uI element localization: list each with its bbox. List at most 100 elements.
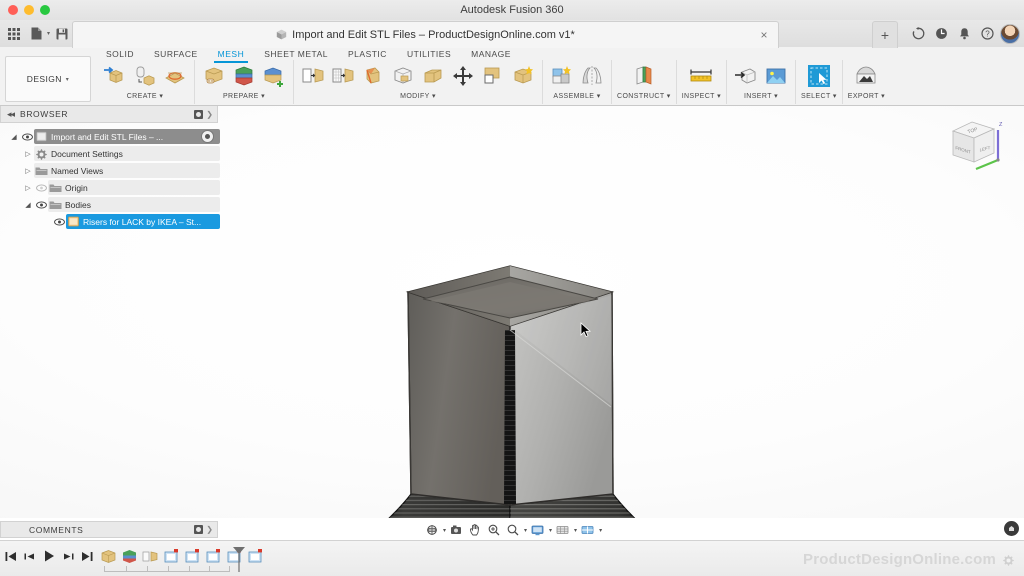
zoom-window-icon[interactable] <box>504 521 522 539</box>
look-at-icon[interactable] <box>447 521 465 539</box>
document-tab-title: Import and Edit STL Files – ProductDesig… <box>292 29 575 41</box>
grid-snaps-icon[interactable] <box>553 521 572 539</box>
timeline-go-end[interactable] <box>81 550 94 563</box>
file-menu-caret[interactable]: ▾ <box>47 30 50 37</box>
timeline-end-marker[interactable] <box>232 546 246 572</box>
timeline-feature-sketch-3[interactable] <box>205 548 222 565</box>
mesh-section-sketch-icon[interactable] <box>161 61 189 91</box>
export-mesh-icon[interactable] <box>852 61 880 91</box>
offset-plane-icon[interactable] <box>630 61 658 91</box>
move-copy-icon[interactable] <box>449 61 477 91</box>
workspace-switcher-caret[interactable]: ▾ <box>66 76 69 83</box>
comments-expand-icon[interactable]: ❯ <box>206 525 213 534</box>
reduce-icon[interactable] <box>359 61 387 91</box>
timeline-ruler <box>104 566 230 572</box>
tree-root-collapse-arrow[interactable]: ◢ <box>8 133 20 141</box>
select-window-icon[interactable] <box>805 61 833 91</box>
timeline-step-forward[interactable] <box>62 550 75 563</box>
tree-item-mesh-body[interactable]: Risers for LACK by IKEA – St... <box>0 213 220 230</box>
document-settings-expand-arrow[interactable]: ▷ <box>22 150 34 158</box>
timeline-feature-plane-cut[interactable] <box>142 548 159 565</box>
make-closed-mesh-icon[interactable] <box>389 61 417 91</box>
job-status-icon[interactable] <box>931 24 951 44</box>
canvas-icon[interactable] <box>762 61 790 91</box>
mesh-body-visibility-icon[interactable] <box>52 218 66 226</box>
smooth-icon[interactable] <box>419 61 447 91</box>
tree-item-document-settings[interactable]: ▷ Document Settings <box>0 145 220 162</box>
comments-title: COMMENTS <box>29 524 84 535</box>
grid-snaps-caret[interactable]: ▾ <box>574 527 577 534</box>
merge-bodies-icon[interactable] <box>260 61 288 91</box>
viewports-icon[interactable] <box>578 521 597 539</box>
pan-icon[interactable] <box>466 521 484 539</box>
workspace-switcher-button[interactable]: DESIGN ▾ <box>5 56 91 102</box>
browser-tree[interactable]: ◢ Import and Edit STL Files – ... ▷ Docu… <box>0 123 220 230</box>
watermark: ProductDesignOnline.com <box>803 548 1014 570</box>
zoom-window-caret[interactable]: ▾ <box>524 527 527 534</box>
view-cube[interactable]: TOP FRONT LEFT Z <box>942 112 1016 182</box>
panel-export-label: EXPORT ▾ <box>847 93 886 100</box>
mesh-from-brep-icon[interactable] <box>131 61 159 91</box>
named-views-expand-arrow[interactable]: ▷ <box>22 167 34 175</box>
display-settings-icon[interactable] <box>528 521 547 539</box>
comments-options-icon[interactable] <box>194 525 204 534</box>
comments-header-icons[interactable]: ❯ <box>194 525 217 534</box>
ribbon-panels[interactable]: CREATE ▾ PREPARE ▾ MODIFY ▾ ASSEMBLE ▾ C… <box>96 60 890 104</box>
repair-mesh-icon[interactable] <box>200 61 228 91</box>
tree-item-bodies[interactable]: ◢ Bodies <box>0 196 220 213</box>
new-tab-button[interactable]: + <box>872 21 898 48</box>
insert-mesh-icon[interactable] <box>732 61 760 91</box>
gear-icon <box>34 148 48 160</box>
create-mesh-icon[interactable] <box>101 61 129 91</box>
display-caret[interactable]: ▾ <box>549 527 552 534</box>
document-tab[interactable]: Import and Edit STL Files – ProductDesig… <box>72 21 779 48</box>
bodies-collapse-arrow[interactable]: ◢ <box>22 201 34 209</box>
timeline-step-back[interactable] <box>23 550 36 563</box>
timeline-go-start[interactable] <box>4 550 17 563</box>
mirror-component-icon[interactable] <box>578 61 606 91</box>
timeline-feature-sketch-2[interactable] <box>184 548 201 565</box>
plane-cut-icon[interactable] <box>299 61 327 91</box>
browser-options-icon[interactable] <box>194 109 204 119</box>
align-icon[interactable] <box>479 61 507 91</box>
tree-item-named-views[interactable]: ▷ Named Views <box>0 162 220 179</box>
generate-face-groups-icon[interactable] <box>509 61 537 91</box>
comments-panel[interactable]: COMMENTS ❯ <box>0 521 218 538</box>
timeline-play[interactable] <box>42 549 56 563</box>
timeline-feature-insert-mesh[interactable] <box>100 548 117 565</box>
origin-visibility-icon[interactable] <box>34 184 48 192</box>
remesh-icon[interactable] <box>329 61 357 91</box>
origin-expand-arrow[interactable]: ▷ <box>22 184 34 192</box>
sync-icon[interactable] <box>908 24 928 44</box>
zoom-icon[interactable] <box>485 521 503 539</box>
browser-collapse-icon[interactable]: ◂◂ <box>7 109 15 120</box>
tree-root-visibility-icon[interactable] <box>20 133 34 141</box>
close-tab-icon[interactable]: × <box>758 29 770 41</box>
separate-mesh-icon[interactable] <box>230 61 258 91</box>
bodies-visibility-icon[interactable] <box>34 201 48 209</box>
measure-icon[interactable] <box>687 61 715 91</box>
notifications-icon[interactable] <box>954 24 974 44</box>
orbit-icon[interactable] <box>423 521 441 539</box>
timeline-feature-separate[interactable] <box>121 548 138 565</box>
browser-header-icons[interactable]: ❯ <box>194 109 217 119</box>
file-menu-icon[interactable] <box>26 23 46 44</box>
viewports-caret[interactable]: ▾ <box>599 527 602 534</box>
app-grid-icon[interactable] <box>4 23 24 44</box>
timeline-play-controls[interactable] <box>4 549 94 563</box>
file-menu-group[interactable]: ▾ <box>26 23 50 44</box>
timeline-feature-sketch-1[interactable] <box>163 548 180 565</box>
tree-item-origin[interactable]: ▷ Origin <box>0 179 220 196</box>
tree-item-root[interactable]: ◢ Import and Edit STL Files – ... <box>0 128 220 145</box>
user-avatar[interactable] <box>1000 23 1020 44</box>
help-icon[interactable]: ? <box>977 24 997 44</box>
new-component-icon[interactable] <box>548 61 576 91</box>
timeline-feature-sketch-5[interactable] <box>247 548 264 565</box>
orbit-caret[interactable]: ▾ <box>443 527 446 534</box>
tree-root-activate-radio[interactable] <box>201 130 214 143</box>
navigation-bar[interactable]: ▾ ▾ ▾ ▾ ▾ <box>423 521 602 539</box>
viewport-help-icon[interactable] <box>1004 521 1019 536</box>
app-bar-right-icons[interactable]: ? <box>908 20 1020 47</box>
save-icon[interactable] <box>52 23 72 44</box>
browser-expand-icon[interactable]: ❯ <box>206 110 213 119</box>
